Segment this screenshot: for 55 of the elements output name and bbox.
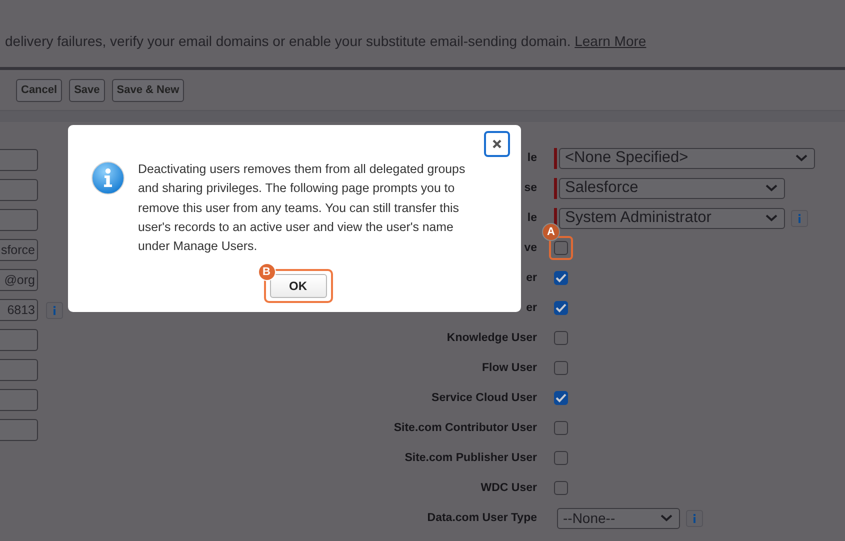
checkbox[interactable] bbox=[554, 421, 568, 435]
ok-button[interactable]: OK bbox=[270, 274, 326, 298]
info-icon[interactable] bbox=[46, 302, 63, 318]
info-icon bbox=[91, 161, 125, 195]
dropdown[interactable]: <None Specified> bbox=[559, 148, 815, 168]
field-label: Site.com Publisher User bbox=[404, 452, 537, 464]
field-label: le bbox=[527, 212, 537, 224]
text-field[interactable] bbox=[0, 209, 38, 231]
text-field[interactable]: 6813 bbox=[0, 299, 38, 321]
banner-message: delivery failures, verify your email domains or enable your substitute email-sending domain. Learn More bbox=[5, 33, 646, 49]
annotation-badge: A bbox=[542, 223, 560, 241]
chevron-down-icon bbox=[765, 184, 778, 192]
dropdown[interactable]: --None-- bbox=[557, 508, 680, 528]
dropdown[interactable]: Salesforce bbox=[559, 178, 785, 198]
field-label: Site.com Contributor User bbox=[394, 422, 537, 434]
checkbox[interactable] bbox=[554, 271, 568, 285]
checkbox[interactable] bbox=[554, 301, 568, 315]
chevron-down-icon bbox=[660, 514, 673, 522]
checkbox[interactable] bbox=[554, 361, 568, 375]
dialog-message: Deactivating users removes them from all delegated groups and sharing privileges. The following page prompts you to remove this user from any teams. You can still transfer this user's records to an active user and view the user's name under Manage Users. bbox=[138, 161, 466, 256]
field-label: Data.com User Type bbox=[427, 512, 537, 524]
field-label: se bbox=[524, 182, 537, 194]
annotation-badge: B bbox=[258, 263, 276, 282]
checkbox[interactable] bbox=[554, 391, 568, 405]
toolbar-button[interactable]: Save bbox=[69, 78, 105, 102]
checkbox[interactable] bbox=[554, 241, 568, 255]
text-field[interactable]: @org bbox=[0, 269, 38, 291]
text-field[interactable] bbox=[0, 359, 38, 381]
field-label: er bbox=[526, 302, 537, 314]
toolbar-button[interactable]: Cancel bbox=[16, 78, 62, 102]
learn-more-link[interactable]: Learn More bbox=[574, 33, 646, 49]
text-field[interactable] bbox=[0, 389, 38, 411]
close-icon bbox=[492, 139, 502, 149]
text-field[interactable] bbox=[0, 149, 38, 171]
field-label: Knowledge User bbox=[446, 332, 537, 344]
field-label: ve bbox=[524, 242, 537, 254]
chevron-down-icon bbox=[795, 154, 808, 162]
text-field[interactable] bbox=[0, 329, 38, 351]
checkbox[interactable] bbox=[554, 481, 568, 495]
dropdown[interactable]: System Administrator bbox=[559, 208, 785, 228]
info-icon[interactable] bbox=[686, 510, 703, 526]
close-button[interactable] bbox=[484, 131, 510, 157]
chevron-down-icon bbox=[765, 214, 778, 222]
field-label: Service Cloud User bbox=[432, 392, 537, 404]
field-label: er bbox=[526, 272, 537, 284]
field-label: WDC User bbox=[480, 482, 537, 494]
field-label: Flow User bbox=[482, 362, 537, 374]
text-field[interactable]: sforce bbox=[0, 239, 38, 261]
checkbox[interactable] bbox=[554, 451, 568, 465]
text-field[interactable] bbox=[0, 179, 38, 201]
info-icon[interactable] bbox=[791, 210, 808, 226]
text-field[interactable] bbox=[0, 419, 38, 441]
field-label: le bbox=[527, 152, 537, 164]
checkbox[interactable] bbox=[554, 331, 568, 345]
toolbar-button[interactable]: Save & New bbox=[112, 78, 184, 102]
